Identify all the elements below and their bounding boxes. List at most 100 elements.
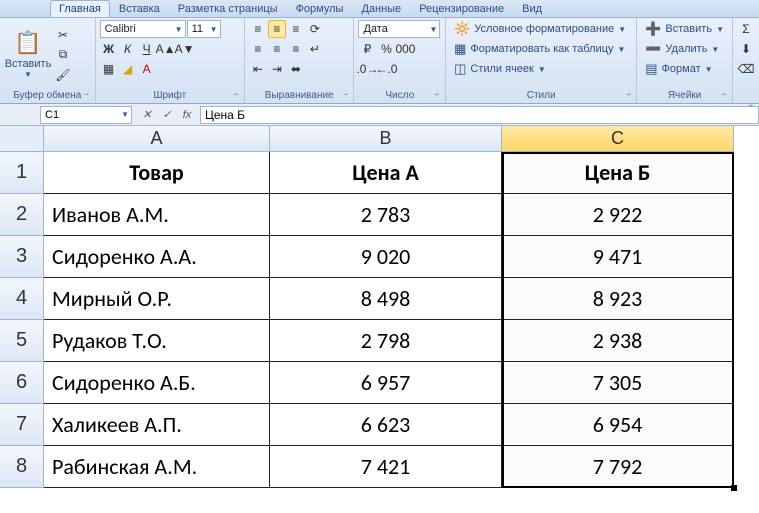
bucket-icon: ◢ bbox=[123, 62, 132, 76]
cell-C1[interactable]: Цена Б bbox=[502, 152, 734, 194]
cancel-formula-button[interactable]: ✕ bbox=[138, 106, 156, 124]
group-label-alignment: Выравнивание bbox=[249, 89, 350, 102]
cell-C7[interactable]: 6 954 bbox=[502, 404, 734, 446]
comma-button[interactable]: 000 bbox=[396, 40, 414, 58]
cell-C6[interactable]: 7 305 bbox=[502, 362, 734, 404]
decrease-decimal-button[interactable]: ←.0 bbox=[377, 60, 395, 78]
col-header-A[interactable]: A bbox=[44, 126, 270, 152]
merge-button[interactable]: ⬌ bbox=[287, 60, 305, 78]
cell-A6[interactable]: Сидоренко А.Б. bbox=[44, 362, 270, 404]
row-header[interactable]: 1 bbox=[0, 152, 44, 194]
cell-A5[interactable]: Рудаков Т.О. bbox=[44, 320, 270, 362]
percent-button[interactable]: % bbox=[377, 40, 395, 58]
tab-formulas[interactable]: Формулы bbox=[287, 0, 353, 17]
cell-B8[interactable]: 7 421 bbox=[270, 446, 502, 488]
decrease-indent-button[interactable]: ⇤ bbox=[249, 60, 267, 78]
row-header[interactable]: 2 bbox=[0, 194, 44, 236]
cell-C8[interactable]: 7 792 bbox=[502, 446, 734, 488]
cell-C2[interactable]: 2 922 bbox=[502, 194, 734, 236]
cell-B3[interactable]: 9 020 bbox=[270, 236, 502, 278]
formula-input[interactable]: Цена Б bbox=[200, 106, 759, 124]
orientation-button[interactable]: ⟳ bbox=[306, 20, 324, 38]
tab-view[interactable]: Вид bbox=[513, 0, 551, 17]
align-right-button[interactable]: ≡ bbox=[287, 40, 305, 58]
cut-button[interactable]: ✂ bbox=[54, 26, 72, 44]
delete-cells-button[interactable]: ➖Удалить▼ bbox=[641, 40, 728, 58]
insert-icon: ➕ bbox=[645, 21, 661, 37]
col-header-C[interactable]: C bbox=[502, 126, 734, 152]
tab-home[interactable]: Главная bbox=[50, 0, 110, 17]
cell-A3[interactable]: Сидоренко А.А. bbox=[44, 236, 270, 278]
cond-format-icon: 🔆 bbox=[454, 21, 470, 37]
cell-B1[interactable]: Цена А bbox=[270, 152, 502, 194]
format-painter-button[interactable]: 🖌 bbox=[54, 66, 72, 84]
row-header[interactable]: 6 bbox=[0, 362, 44, 404]
paste-button[interactable]: 📋 Вставить ▼ bbox=[4, 20, 52, 89]
clear-button[interactable]: ⌫ bbox=[737, 60, 755, 78]
copy-button[interactable]: ⧉ bbox=[54, 46, 72, 64]
italic-button[interactable]: К bbox=[119, 40, 137, 58]
tab-page-layout[interactable]: Разметка страницы bbox=[169, 0, 287, 17]
format-cells-button[interactable]: ▤Формат▼ bbox=[641, 60, 728, 78]
cell-C3[interactable]: 9 471 bbox=[502, 236, 734, 278]
font-name-combo[interactable]: Calibri▼ bbox=[100, 20, 186, 38]
align-left-button[interactable]: ≡ bbox=[249, 40, 267, 58]
chevron-down-icon: ▼ bbox=[24, 70, 32, 79]
enter-formula-button[interactable]: ✓ bbox=[158, 106, 176, 124]
row-header[interactable]: 3 bbox=[0, 236, 44, 278]
conditional-formatting-button[interactable]: 🔆Условное форматирование▼ bbox=[450, 20, 632, 38]
currency-button[interactable]: ₽ bbox=[358, 40, 376, 58]
fill-button[interactable]: ⬇ bbox=[737, 40, 755, 58]
fill-color-button[interactable]: ◢ bbox=[119, 60, 137, 78]
select-all-corner[interactable] bbox=[0, 126, 44, 152]
row-header[interactable]: 7 bbox=[0, 404, 44, 446]
number-format-combo[interactable]: Дата▼ bbox=[358, 20, 440, 38]
cell-A7[interactable]: Халикеев А.П. bbox=[44, 404, 270, 446]
group-label-number: Число bbox=[358, 89, 441, 102]
shrink-font-button[interactable]: A▼ bbox=[176, 40, 194, 58]
cell-A4[interactable]: Мирный О.Р. bbox=[44, 278, 270, 320]
underline-button[interactable]: Ч bbox=[138, 40, 156, 58]
fx-button[interactable]: fx bbox=[178, 106, 196, 124]
cell-A1[interactable]: Товар bbox=[44, 152, 270, 194]
borders-icon: ▦ bbox=[103, 62, 114, 76]
col-header-B[interactable]: B bbox=[270, 126, 502, 152]
tab-review[interactable]: Рецензирование bbox=[410, 0, 513, 17]
increase-indent-button[interactable]: ⇥ bbox=[268, 60, 286, 78]
borders-button[interactable]: ▦ bbox=[100, 60, 118, 78]
cell-styles-icon: ◫ bbox=[454, 61, 466, 77]
name-box[interactable]: C1▼ bbox=[40, 106, 132, 124]
group-font: Calibri▼ 11▼ Ж К Ч A▲ A▼ ▦ ◢ A Шрифт bbox=[96, 18, 245, 103]
autosum-button[interactable]: Σ bbox=[737, 20, 755, 38]
align-bottom-button[interactable]: ≡ bbox=[287, 20, 305, 38]
ribbon: 📋 Вставить ▼ ✂ ⧉ 🖌 Буфер обмена Calibri▼… bbox=[0, 18, 759, 104]
cell-B6[interactable]: 6 957 bbox=[270, 362, 502, 404]
cell-styles-button[interactable]: ◫Стили ячеек▼ bbox=[450, 60, 632, 78]
cell-B5[interactable]: 2 798 bbox=[270, 320, 502, 362]
group-label-cells: Ячейки bbox=[641, 89, 728, 102]
cell-A2[interactable]: Иванов А.М. bbox=[44, 194, 270, 236]
font-color-button[interactable]: A bbox=[138, 60, 156, 78]
row-header[interactable]: 5 bbox=[0, 320, 44, 362]
cell-C5[interactable]: 2 938 bbox=[502, 320, 734, 362]
align-middle-button[interactable]: ≡ bbox=[268, 20, 286, 38]
cell-B4[interactable]: 8 498 bbox=[270, 278, 502, 320]
cell-A8[interactable]: Рабинская А.М. bbox=[44, 446, 270, 488]
tab-data[interactable]: Данные bbox=[352, 0, 410, 17]
cell-B2[interactable]: 2 783 bbox=[270, 194, 502, 236]
row-header[interactable]: 8 bbox=[0, 446, 44, 488]
formula-bar: C1▼ ✕ ✓ fx Цена Б bbox=[0, 104, 759, 126]
font-size-combo[interactable]: 11▼ bbox=[187, 20, 221, 38]
tab-insert[interactable]: Вставка bbox=[110, 0, 169, 17]
increase-decimal-button[interactable]: .0→ bbox=[358, 60, 376, 78]
align-center-button[interactable]: ≡ bbox=[268, 40, 286, 58]
cell-C4[interactable]: 8 923 bbox=[502, 278, 734, 320]
bold-button[interactable]: Ж bbox=[100, 40, 118, 58]
insert-cells-button[interactable]: ➕Вставить▼ bbox=[641, 20, 728, 38]
row-header[interactable]: 4 bbox=[0, 278, 44, 320]
format-as-table-button[interactable]: ▦Форматировать как таблицу▼ bbox=[450, 40, 632, 58]
wrap-text-button[interactable]: ↵ bbox=[306, 40, 324, 58]
cell-B7[interactable]: 6 623 bbox=[270, 404, 502, 446]
align-top-button[interactable]: ≡ bbox=[249, 20, 267, 38]
grow-font-button[interactable]: A▲ bbox=[157, 40, 175, 58]
